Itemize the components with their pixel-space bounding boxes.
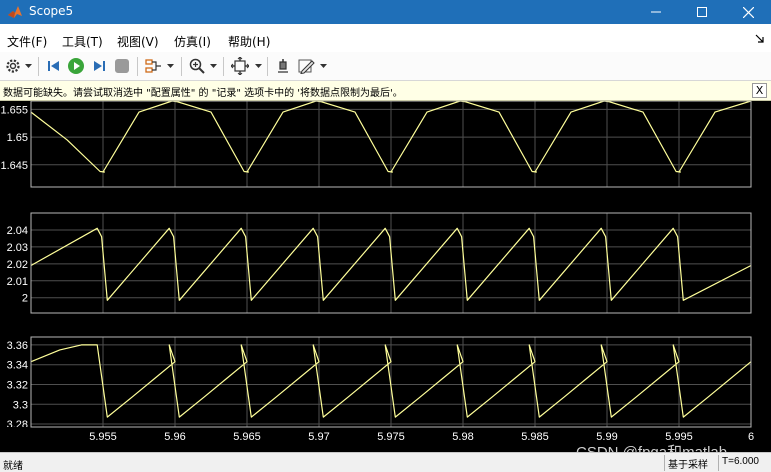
minimize-button[interactable]	[633, 0, 679, 24]
dropdown-arrow-icon	[255, 64, 262, 68]
scope-display[interactable]: 1.655 1.65 1.645 2.04 2.03 2.02 2.01 2 3.36 3.34 3…	[0, 101, 771, 452]
step-back-icon	[48, 61, 59, 71]
y-tick-label: 3.32	[7, 379, 28, 391]
status-sample-mode: 基于采样	[668, 460, 708, 471]
y-tick-label: 2.04	[7, 225, 28, 237]
step-back-button[interactable]	[44, 56, 64, 76]
fit-dropdown[interactable]	[255, 61, 262, 71]
x-tick-label: 5.98	[452, 431, 473, 443]
minimize-icon	[651, 11, 661, 13]
highlight-block-icon	[278, 59, 288, 73]
run-icon	[68, 58, 84, 74]
x-tick-label: 5.955	[89, 431, 117, 443]
highlight-block-button[interactable]	[273, 56, 293, 76]
axes-gap	[0, 313, 771, 337]
scope-window: Scope5 文件(F) 工具(T) 视图(V) 仿真(I) 帮助(H) 数据可…	[0, 0, 771, 472]
signal-select-button[interactable]	[144, 56, 164, 76]
menu-file[interactable]: 文件(F)	[7, 33, 47, 50]
status-divider	[664, 455, 665, 471]
run-button[interactable]	[66, 56, 86, 76]
menu-tools[interactable]: 工具(T)	[62, 33, 103, 50]
stop-icon	[115, 59, 129, 73]
menu-view[interactable]: 视图(V)	[117, 33, 159, 50]
status-divider	[718, 455, 719, 471]
status-ready: 就绪	[3, 461, 23, 472]
title-bar: Scope5	[0, 0, 771, 24]
dock-arrow-icon[interactable]	[755, 34, 765, 44]
dropdown-arrow-icon	[167, 64, 174, 68]
infobar-close-button[interactable]: X	[752, 83, 767, 98]
y-tick-label: 1.655	[0, 104, 28, 116]
style-button[interactable]	[297, 56, 317, 76]
zoom-button[interactable]	[187, 56, 207, 76]
y-tick-label: 2.02	[7, 259, 28, 271]
status-sim-time: T=6.000	[722, 456, 759, 467]
infobar-message: 数据可能缺失。请尝试取消选中 "配置属性" 的 "记录" 选项卡中的 '将数据点…	[3, 88, 403, 99]
dropdown-arrow-icon	[210, 64, 217, 68]
window-title: Scope5	[29, 4, 74, 18]
fit-to-view-button[interactable]	[230, 56, 250, 76]
style-pen-icon	[298, 59, 315, 74]
dropdown-arrow-icon	[320, 64, 327, 68]
status-bar: 就绪 基于采样 T=6.000	[0, 452, 771, 472]
settings-dropdown[interactable]	[25, 61, 32, 71]
style-dropdown[interactable]	[320, 61, 327, 71]
axes-gap	[0, 187, 771, 213]
toolbar-separator	[181, 57, 182, 76]
stop-button[interactable]	[112, 56, 132, 76]
close-icon	[742, 6, 754, 18]
y-tick-label: 1.645	[0, 160, 28, 172]
zoom-in-icon	[189, 58, 205, 74]
y-tick-label: 2	[22, 293, 28, 305]
toolbar-separator	[267, 57, 268, 76]
x-tick-label: 6	[748, 431, 754, 443]
settings-button[interactable]	[3, 56, 23, 76]
menu-bar: 文件(F) 工具(T) 视图(V) 仿真(I) 帮助(H)	[0, 24, 771, 52]
dropdown-arrow-icon	[25, 64, 32, 68]
x-tick-label: 5.985	[521, 431, 549, 443]
y-tick-label: 1.65	[7, 132, 28, 144]
matlab-logo-icon	[8, 6, 22, 18]
y-tick-label: 3.34	[7, 360, 28, 372]
x-tick-label: 5.97	[308, 431, 329, 443]
toolbar-separator	[137, 57, 138, 76]
data-loss-infobar: 数据可能缺失。请尝试取消选中 "配置属性" 的 "记录" 选项卡中的 '将数据点…	[0, 81, 771, 101]
y-tick-label: 2.01	[7, 276, 28, 288]
y-tick-label: 2.03	[7, 242, 28, 254]
scope-background	[0, 101, 771, 452]
zoom-dropdown[interactable]	[210, 61, 217, 71]
x-tick-label: 5.965	[233, 431, 261, 443]
menu-simulation[interactable]: 仿真(I)	[174, 33, 211, 50]
maximize-icon	[697, 7, 707, 17]
close-button[interactable]	[725, 0, 771, 24]
menu-help[interactable]: 帮助(H)	[228, 33, 270, 50]
signal-select-dropdown[interactable]	[167, 61, 174, 71]
x-tick-label: 5.96	[164, 431, 185, 443]
y-tick-label: 3.36	[7, 340, 28, 352]
settings-gear-icon	[6, 59, 20, 73]
fit-to-view-icon	[231, 57, 249, 75]
y-tick-label: 3.3	[13, 399, 28, 411]
step-forward-icon	[94, 61, 105, 71]
maximize-button[interactable]	[679, 0, 725, 24]
signal-select-icon	[145, 59, 161, 73]
step-forward-button[interactable]	[89, 56, 109, 76]
scope-plots[interactable]: 1.6551.651.6452.042.032.022.0123.363.343…	[0, 101, 771, 452]
toolbar-separator	[38, 57, 39, 76]
toolbar	[0, 52, 771, 81]
x-tick-label: 5.975	[377, 431, 405, 443]
toolbar-separator	[223, 57, 224, 76]
